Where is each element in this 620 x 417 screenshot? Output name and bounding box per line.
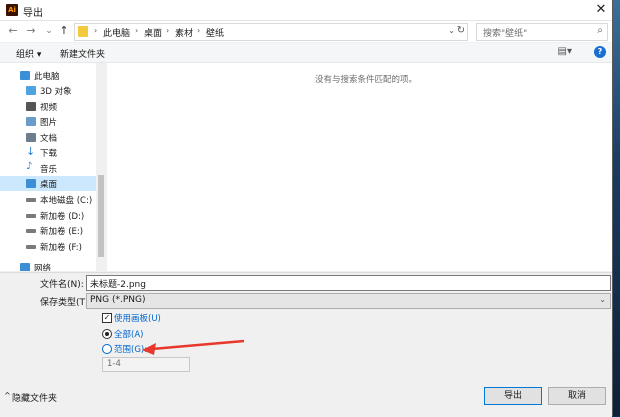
sidebar-item-label: 新加卷 (E:) xyxy=(40,227,84,237)
title-bar: Ai 导出 ✕ xyxy=(0,0,612,21)
use-artboards-label: 使用画板(U) xyxy=(114,314,161,324)
sidebar-item-label: 桌面 xyxy=(40,180,58,190)
range-value: 1-4 xyxy=(107,359,121,369)
save-options-panel: 文件名(N): 未标题-2.png 保存类型(T): PNG (*.PNG) ⌄… xyxy=(0,272,612,417)
range-input[interactable]: 1-4 xyxy=(102,357,190,372)
breadcrumb-materials[interactable]: 素材 xyxy=(175,26,193,39)
cancel-button[interactable]: 取消 xyxy=(548,387,606,405)
recent-locations-chevron-icon[interactable]: ⌄ xyxy=(42,24,56,38)
view-options-icon[interactable]: ▤▾ xyxy=(558,46,572,57)
documents-icon xyxy=(26,133,36,142)
sidebar-scrollbar[interactable] xyxy=(96,63,106,271)
sidebar-item-label: 文档 xyxy=(40,134,58,144)
back-arrow-icon[interactable]: ← xyxy=(6,24,20,38)
help-icon[interactable]: ? xyxy=(594,46,606,58)
filename-input[interactable]: 未标题-2.png xyxy=(86,275,611,291)
sidebar-item-label: 下载 xyxy=(40,149,58,159)
computer-icon xyxy=(20,71,30,80)
filetype-label: 保存类型(T): xyxy=(40,298,92,308)
forward-arrow-icon[interactable]: → xyxy=(24,24,38,38)
sidebar-item-documents[interactable]: 文档 xyxy=(0,130,96,145)
desktop-icon xyxy=(26,179,36,188)
sidebar-item-label: 新加卷 (D:) xyxy=(40,212,85,222)
breadcrumb-this-pc[interactable]: 此电脑 xyxy=(103,26,130,39)
chevron-right-icon: › xyxy=(94,26,98,35)
sidebar-item-label: 图片 xyxy=(40,118,58,128)
sidebar-item-label: 本地磁盘 (C:) xyxy=(40,196,93,206)
sidebar-item-drive-f[interactable]: 新加卷 (F:) xyxy=(0,239,96,254)
checkbox-checked-icon[interactable]: ✓ xyxy=(102,313,112,323)
sidebar-item-network[interactable]: 网络 xyxy=(0,260,96,271)
sidebar-item-downloads[interactable]: ↓ 下载 xyxy=(0,145,96,160)
drive-icon xyxy=(26,198,36,202)
folder-icon xyxy=(78,26,88,37)
scrollbar-thumb[interactable] xyxy=(98,175,104,257)
cube-icon xyxy=(26,86,36,95)
filetype-value: PNG (*.PNG) xyxy=(90,295,146,305)
drive-icon xyxy=(26,229,36,233)
sidebar-item-music[interactable]: ♪ 音乐 xyxy=(0,161,96,176)
breadcrumb-desktop[interactable]: 桌面 xyxy=(144,26,162,39)
chevron-right-icon: › xyxy=(197,26,201,35)
breadcrumb-wallpaper[interactable]: 壁纸 xyxy=(206,26,224,39)
radio-selected-icon[interactable] xyxy=(102,329,112,339)
navigation-pane: 此电脑 3D 对象 视频 图片 文档 ↓ 下载 ♪ 音乐 桌面 本地磁盘 (C:… xyxy=(0,63,106,271)
sidebar-item-label: 新加卷 (F:) xyxy=(40,243,82,253)
annotation-arrow-icon xyxy=(142,339,245,355)
chevron-right-icon: › xyxy=(166,26,170,35)
sidebar-item-drive-e[interactable]: 新加卷 (E:) xyxy=(0,223,96,238)
sidebar-item-label: 此电脑 xyxy=(34,72,60,82)
empty-results-message: 没有与搜索条件匹配的项。 xyxy=(315,75,418,85)
network-icon xyxy=(20,263,30,271)
sidebar-item-drive-c[interactable]: 本地磁盘 (C:) xyxy=(0,192,96,207)
drive-icon xyxy=(26,245,36,249)
export-button[interactable]: 导出 xyxy=(484,387,542,405)
filetype-select[interactable]: PNG (*.PNG) ⌄ xyxy=(86,293,611,309)
window-title: 导出 xyxy=(23,8,43,19)
new-folder-button[interactable]: 新建文件夹 xyxy=(60,47,105,60)
sidebar-item-this-pc[interactable]: 此电脑 xyxy=(0,68,96,83)
hide-folders-toggle[interactable]: 隐藏文件夹 xyxy=(12,391,57,404)
export-dialog: Ai 导出 ✕ ← → ⌄ ↑ › 此电脑 › 桌面 › 素材 › 壁纸 ⌄ ↻… xyxy=(0,0,613,417)
search-box[interactable]: 搜索"壁纸" ⌕ xyxy=(476,23,608,41)
search-icon[interactable]: ⌕ xyxy=(597,25,603,36)
sidebar-item-label: 网络 xyxy=(34,264,52,271)
drive-icon xyxy=(26,214,36,218)
chevron-down-icon: ⌄ xyxy=(599,295,606,304)
sidebar-item-drive-d[interactable]: 新加卷 (D:) xyxy=(0,208,96,223)
sidebar-item-pictures[interactable]: 图片 xyxy=(0,114,96,129)
sidebar-item-videos[interactable]: 视频 xyxy=(0,99,96,114)
chevron-right-icon: › xyxy=(135,26,139,35)
refresh-icon[interactable]: ↻ xyxy=(455,25,467,36)
address-bar[interactable]: › 此电脑 › 桌面 › 素材 › 壁纸 ⌄ ↻ xyxy=(74,23,468,41)
address-dropdown-icon[interactable]: ⌄ xyxy=(448,26,455,35)
video-icon xyxy=(26,102,36,111)
chevron-up-icon: ^ xyxy=(4,391,11,400)
music-icon: ♪ xyxy=(26,161,33,172)
up-arrow-icon[interactable]: ↑ xyxy=(57,24,71,38)
pictures-icon xyxy=(26,117,36,126)
download-icon: ↓ xyxy=(26,145,36,158)
sidebar-item-label: 3D 对象 xyxy=(40,87,72,97)
sidebar-item-desktop[interactable]: 桌面 xyxy=(0,176,96,191)
close-button[interactable]: ✕ xyxy=(590,0,612,20)
filename-value: 未标题-2.png xyxy=(90,280,146,290)
sidebar-item-label: 音乐 xyxy=(40,165,58,175)
radio-unselected-icon[interactable] xyxy=(102,344,112,354)
organize-menu-button[interactable]: 组织 ▾ xyxy=(16,47,41,60)
filename-label: 文件名(N): xyxy=(40,280,84,290)
file-list-pane[interactable]: 没有与搜索条件匹配的项。 xyxy=(107,63,612,271)
illustrator-app-icon: Ai xyxy=(6,4,18,16)
search-placeholder: 搜索"壁纸" xyxy=(483,29,528,39)
sidebar-item-label: 视频 xyxy=(40,103,58,113)
command-bar: 组织 ▾ 新建文件夹 ▤▾ ? xyxy=(0,43,612,63)
navigation-bar: ← → ⌄ ↑ › 此电脑 › 桌面 › 素材 › 壁纸 ⌄ ↻ 搜索"壁纸" … xyxy=(0,21,612,42)
sidebar-item-3d-objects[interactable]: 3D 对象 xyxy=(0,83,96,98)
